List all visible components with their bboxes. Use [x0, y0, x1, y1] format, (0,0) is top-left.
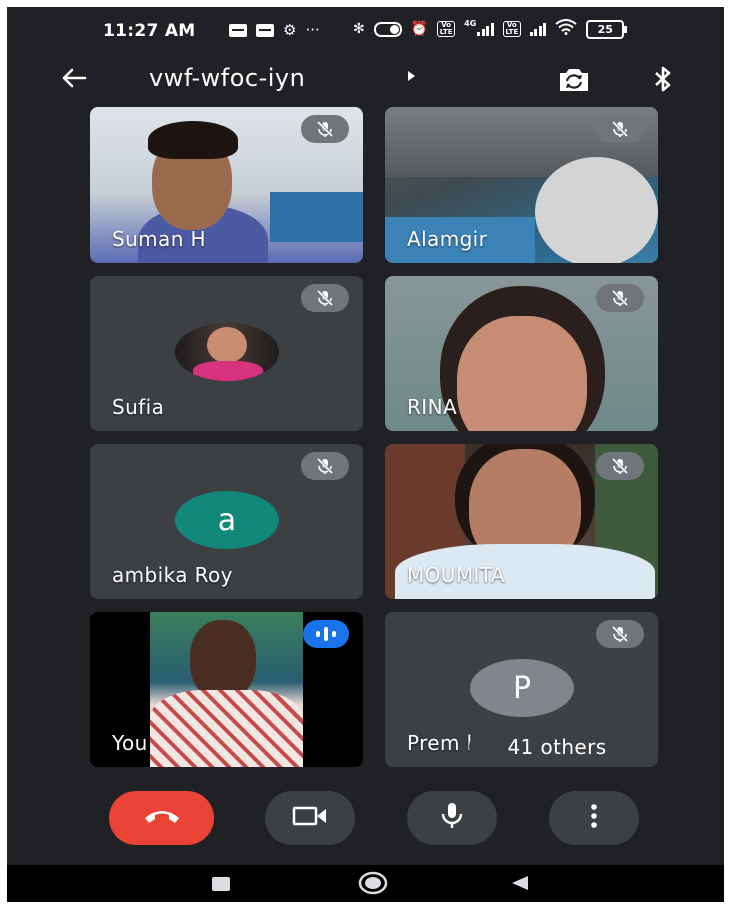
- meeting-details-caret-icon[interactable]: [408, 71, 415, 81]
- mic-muted-icon: [596, 452, 644, 480]
- participant-avatar: [175, 323, 279, 381]
- phone-screen: 11:27 AM ⚙ ··· ✻ ⏰ Vo LTE 4G Vo LTE 25 vwf…: [7, 7, 724, 902]
- participant-name: Sufia: [112, 395, 165, 419]
- mic-muted-icon: [596, 620, 644, 648]
- recents-icon[interactable]: [212, 877, 230, 891]
- mic-muted-icon: [301, 452, 349, 480]
- message-icon: [256, 23, 274, 37]
- mic-muted-icon: [596, 284, 644, 312]
- more-vert-icon: [589, 803, 599, 834]
- participant-tile[interactable]: Suman H: [90, 107, 363, 263]
- participant-avatar: a: [175, 491, 279, 549]
- mic-muted-icon: [301, 284, 349, 312]
- status-notification-icons: ⚙ ···: [229, 21, 320, 39]
- bluetooth-icon: ✻: [353, 21, 365, 37]
- participant-name: Alamgir: [407, 227, 488, 251]
- message-icon: [229, 23, 247, 37]
- others-count-chip[interactable]: 41 others: [469, 729, 645, 765]
- end-call-button[interactable]: [109, 791, 214, 845]
- self-view-tile[interactable]: You: [90, 612, 363, 767]
- participant-name: You: [112, 731, 148, 755]
- participant-tile[interactable]: RINA: [385, 276, 658, 431]
- participant-name: MOUMITA: [407, 563, 505, 587]
- participant-name: Suman H: [112, 227, 206, 251]
- volte-icon: Vo LTE: [502, 21, 521, 37]
- settings-icon: ⚙: [283, 21, 297, 39]
- more-dots-icon: ···: [305, 21, 320, 39]
- mic-toggle-button[interactable]: [407, 791, 497, 845]
- self-video: [150, 612, 303, 767]
- participant-avatar: P: [470, 659, 574, 717]
- switch-camera-icon[interactable]: [555, 62, 593, 96]
- wifi-icon: [555, 19, 577, 39]
- signal-icon: [529, 22, 547, 36]
- meeting-top-bar: vwf-wfoc-iyn: [7, 55, 724, 99]
- microphone-icon: [439, 801, 465, 836]
- camera-toggle-button[interactable]: [265, 791, 355, 845]
- mic-muted-icon: [301, 115, 349, 143]
- more-options-button[interactable]: [549, 791, 639, 845]
- home-icon[interactable]: [358, 870, 388, 896]
- back-arrow-icon[interactable]: [57, 61, 91, 95]
- toggle-icon: [373, 21, 402, 37]
- meeting-code[interactable]: vwf-wfoc-iyn: [149, 64, 305, 92]
- status-system-icons: ✻ ⏰ Vo LTE 4G Vo LTE 25: [353, 18, 628, 39]
- status-bar: 11:27 AM ⚙ ··· ✻ ⏰ Vo LTE 4G Vo LTE 25: [7, 7, 724, 47]
- participant-tile[interactable]: Sufia: [90, 276, 363, 431]
- participant-name: RINA: [407, 395, 458, 419]
- system-navigation-bar: [7, 865, 724, 902]
- alarm-icon: ⏰: [410, 21, 429, 37]
- speaking-indicator-icon: [303, 620, 349, 648]
- bluetooth-audio-icon[interactable]: [649, 62, 677, 96]
- status-time: 11:27 AM: [103, 21, 196, 41]
- mic-muted-icon: [596, 115, 644, 143]
- participant-tile[interactable]: Alamgir: [385, 107, 658, 263]
- phone-hangup-icon: [142, 806, 182, 831]
- network-type-label: 4G: [464, 18, 477, 28]
- participant-tile[interactable]: MOUMITA: [385, 444, 658, 599]
- volte-icon: Vo LTE: [437, 21, 456, 37]
- back-nav-icon[interactable]: [512, 876, 528, 890]
- participant-name: ambika Roy: [112, 563, 233, 587]
- signal-icon: [477, 22, 494, 36]
- video-camera-icon: [290, 804, 330, 833]
- battery-icon: 25: [586, 19, 628, 39]
- participant-tile[interactable]: a ambika Roy: [90, 444, 363, 599]
